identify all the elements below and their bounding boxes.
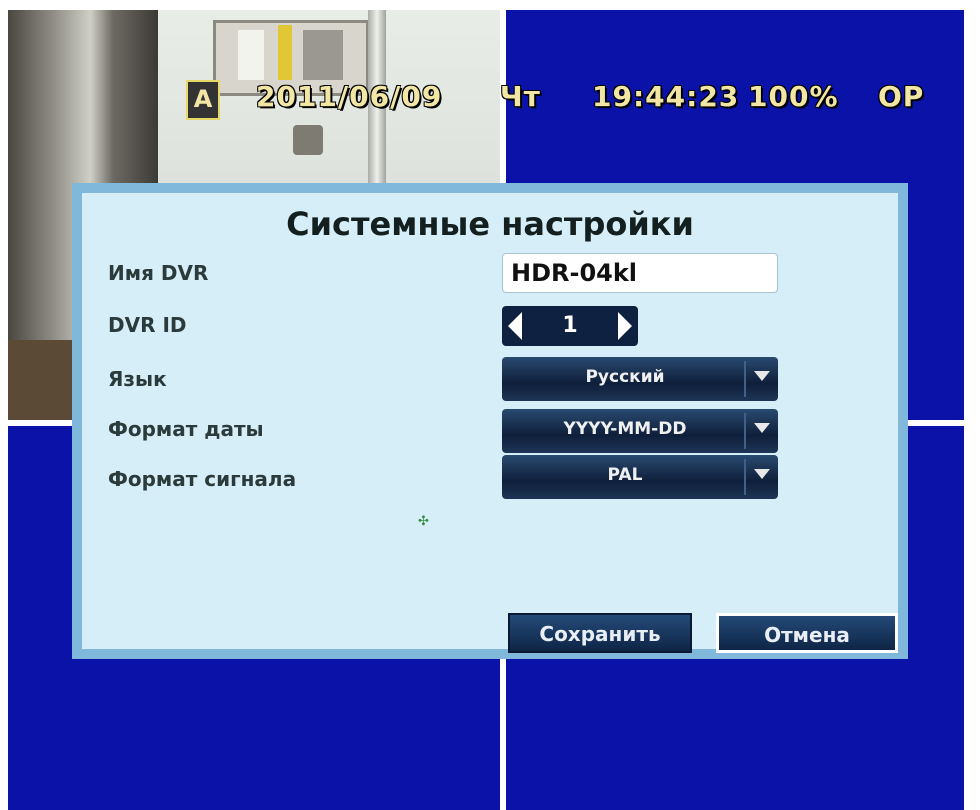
- select-divider: [744, 413, 746, 449]
- dvr-id-stepper: 1: [502, 306, 638, 346]
- dialog-title: Системные настройки: [286, 205, 694, 243]
- language-label: Язык: [108, 367, 167, 391]
- dvr-id-label: DVR ID: [108, 313, 187, 337]
- osd-disk-usage: 100%: [748, 80, 839, 113]
- chevron-down-icon: [754, 371, 770, 381]
- date-format-label: Формат даты: [108, 417, 264, 441]
- dvr-name-label: Имя DVR: [108, 261, 209, 285]
- camera-object: [278, 25, 292, 80]
- osd-time: 19:44:23: [592, 80, 740, 113]
- osd-camera-badge: A: [186, 80, 220, 120]
- camera-object: [238, 30, 264, 80]
- camera-object: [303, 30, 343, 80]
- osd-date: 2011/06/09: [256, 80, 443, 113]
- signal-format-value: PAL: [607, 465, 643, 485]
- osd-weekday: Чт: [500, 80, 541, 113]
- chevron-down-icon: [754, 469, 770, 479]
- dvr-name-input[interactable]: HDR-04kl: [502, 253, 778, 293]
- select-divider: [744, 459, 746, 495]
- chevron-right-icon[interactable]: [618, 312, 632, 340]
- chevron-down-icon: [754, 423, 770, 433]
- select-divider: [744, 361, 746, 397]
- signal-format-label: Формат сигнала: [108, 467, 297, 491]
- date-format-value: YYYY-MM-DD: [563, 419, 687, 439]
- save-button[interactable]: Сохранить: [508, 613, 692, 653]
- system-settings-dialog: Системные настройки Имя DVR HDR-04kl DVR…: [72, 183, 908, 659]
- dvr-id-value: 1: [562, 313, 578, 338]
- chevron-left-icon[interactable]: [508, 312, 522, 340]
- osd-mode: OP: [878, 80, 925, 113]
- cursor-icon: ✣: [418, 514, 429, 529]
- language-select[interactable]: Русский: [502, 357, 778, 401]
- camera-object: [293, 125, 323, 155]
- date-format-select[interactable]: YYYY-MM-DD: [502, 409, 778, 453]
- signal-format-select[interactable]: PAL: [502, 455, 778, 499]
- cancel-button[interactable]: Отмена: [716, 613, 898, 653]
- language-value: Русский: [585, 367, 665, 387]
